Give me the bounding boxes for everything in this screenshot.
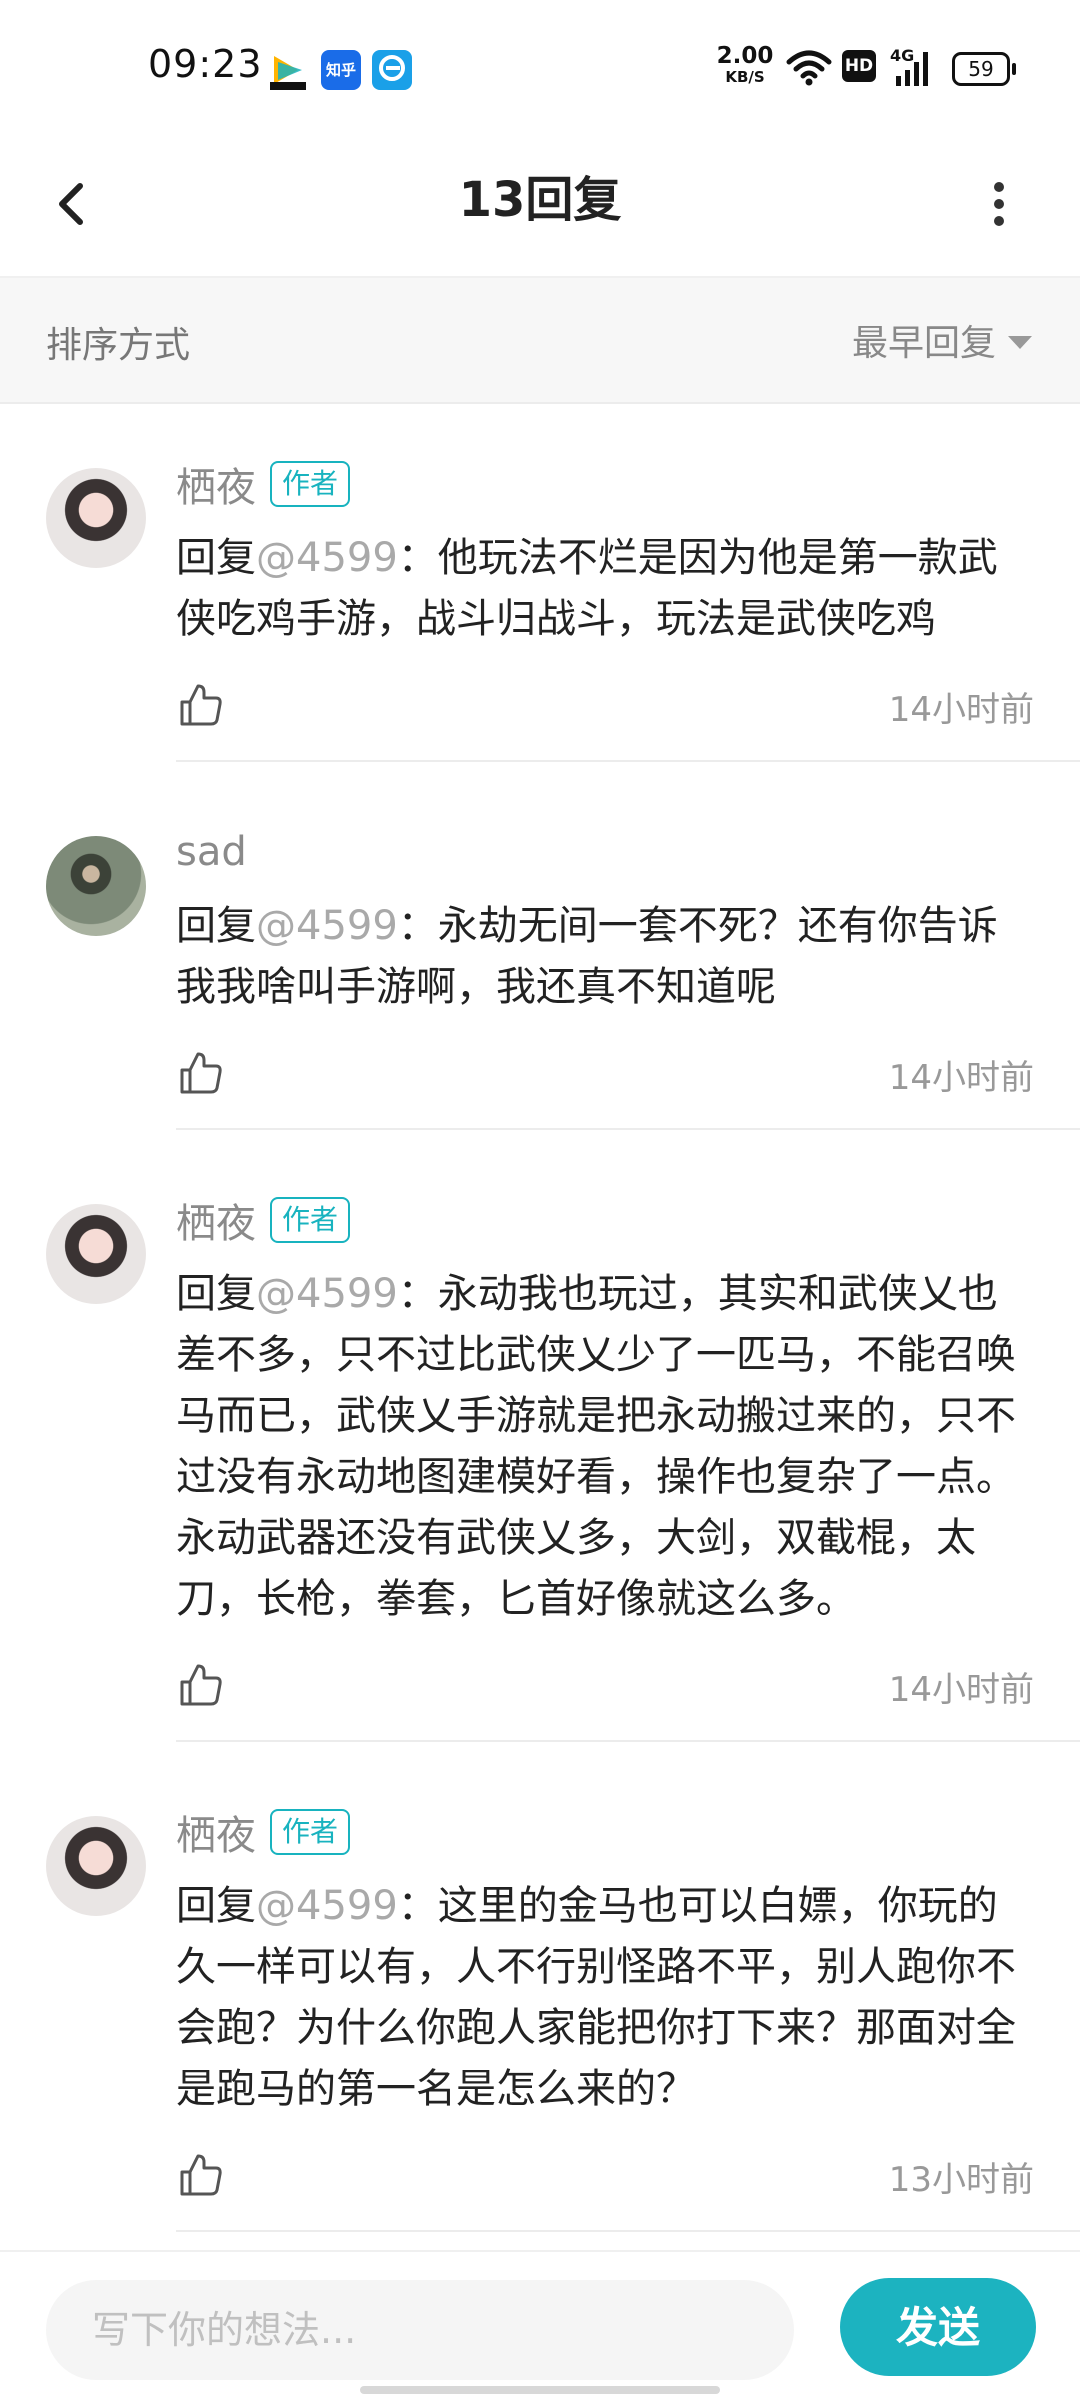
avatar[interactable] — [46, 468, 146, 568]
network-speed: 2.00 KB/S — [714, 44, 776, 86]
username[interactable]: 栖夜 — [176, 455, 256, 513]
sort-dropdown[interactable]: 最早回复 — [852, 308, 1032, 372]
like-icon[interactable] — [176, 680, 226, 730]
mention-link[interactable]: @4599 — [256, 1271, 398, 1317]
sort-bar: 排序方式 最早回复 — [0, 278, 1080, 404]
divider — [176, 1740, 1080, 1742]
mention-link[interactable]: @4599 — [256, 535, 398, 581]
reply-item: 栖夜 作者 回复@4599：这里的金马也可以白嫖，你玩的久一样可以有，人不行别怪… — [0, 1752, 1080, 2242]
status-bar: 09:23 知乎 2.00 KB/S HD 4G 59 — [0, 0, 1080, 130]
mention-link[interactable]: @4599 — [256, 1883, 398, 1929]
reply-time: 14小时前 — [888, 1670, 1034, 1710]
like-icon[interactable] — [176, 1048, 226, 1098]
status-time: 09:23 — [148, 42, 263, 86]
reply-item: 栖夜 作者 回复@4599：他玩法不烂是因为他是第一款武侠吃鸡手游，战斗归战斗，… — [0, 404, 1080, 772]
reply-prefix: 回复 — [176, 903, 256, 949]
browser-app-icon — [372, 50, 412, 90]
avatar[interactable] — [46, 836, 146, 936]
divider — [176, 2230, 1080, 2232]
signal-type-label: 4G — [890, 46, 915, 65]
divider — [176, 760, 1080, 762]
home-indicator[interactable] — [360, 2386, 720, 2394]
network-speed-value: 2.00 — [716, 43, 774, 69]
username[interactable]: 栖夜 — [176, 1191, 256, 1249]
reply-list: 栖夜 作者 回复@4599：他玩法不烂是因为他是第一款武侠吃鸡手游，战斗归战斗，… — [0, 404, 1080, 2242]
author-badge: 作者 — [270, 1197, 351, 1243]
like-icon[interactable] — [176, 2150, 226, 2200]
avatar[interactable] — [46, 1816, 146, 1916]
cell-signal-icon: 4G — [890, 46, 934, 92]
send-button[interactable]: 发送 — [840, 2278, 1036, 2376]
zhihu-app-icon: 知乎 — [321, 50, 361, 90]
more-options-button[interactable] — [966, 156, 1036, 246]
mention-link[interactable]: @4599 — [256, 903, 398, 949]
sort-value: 最早回复 — [851, 323, 996, 364]
hd-icon: HD — [842, 50, 876, 82]
reply-input[interactable] — [46, 2280, 794, 2380]
divider — [176, 1128, 1080, 1130]
reply-content[interactable]: 回复@4599：这里的金马也可以白嫖，你玩的久一样可以有，人不行别怪路不平，别人… — [176, 1876, 1034, 2120]
top-app-bar: 13回复 — [0, 130, 1080, 278]
author-badge: 作者 — [270, 1809, 351, 1855]
reply-page: 09:23 知乎 2.00 KB/S HD 4G 59 13回复 排序方式 最早… — [0, 0, 1080, 2400]
username[interactable]: 栖夜 — [176, 1803, 256, 1861]
sort-label: 排序方式 — [46, 325, 191, 366]
reply-content[interactable]: 回复@4599：他玩法不烂是因为他是第一款武侠吃鸡手游，战斗归战斗，玩法是武侠吃… — [176, 528, 1034, 650]
reply-input-bar: 发送 — [0, 2250, 1080, 2400]
reply-prefix: 回复 — [176, 1883, 256, 1929]
username[interactable]: sad — [176, 829, 247, 875]
more-vertical-icon — [994, 182, 1004, 226]
reply-content[interactable]: 回复@4599：永动我也玩过，其实和武侠乂也差不多，只不过比武侠乂少了一匹马，不… — [176, 1264, 1034, 1630]
reply-time: 14小时前 — [888, 1058, 1034, 1098]
reply-item: 栖夜 作者 回复@4599：永动我也玩过，其实和武侠乂也差不多，只不过比武侠乂少… — [0, 1140, 1080, 1752]
reply-text: ：永动我也玩过，其实和武侠乂也差不多，只不过比武侠乂少了一匹马，不能召唤马而已，… — [176, 1271, 1016, 1622]
avatar[interactable] — [46, 1204, 146, 1304]
network-speed-unit: KB/S — [725, 68, 765, 86]
video-app-icon — [268, 50, 308, 90]
battery-indicator: 59 — [952, 52, 1016, 86]
reply-prefix: 回复 — [176, 535, 256, 581]
reply-time: 13小时前 — [888, 2160, 1034, 2200]
page-title: 13回复 — [458, 172, 622, 228]
reply-item: sad 回复@4599：永劫无间一套不死？还有你告诉我我啥叫手游啊，我还真不知道… — [0, 772, 1080, 1140]
wifi-icon — [786, 48, 832, 90]
reply-time: 14小时前 — [888, 690, 1034, 730]
dropdown-arrow-icon — [1008, 335, 1032, 349]
reply-prefix: 回复 — [176, 1271, 256, 1317]
reply-content[interactable]: 回复@4599：永劫无间一套不死？还有你告诉我我啥叫手游啊，我还真不知道呢 — [176, 896, 1034, 1018]
author-badge: 作者 — [270, 461, 351, 507]
like-icon[interactable] — [176, 1660, 226, 1710]
